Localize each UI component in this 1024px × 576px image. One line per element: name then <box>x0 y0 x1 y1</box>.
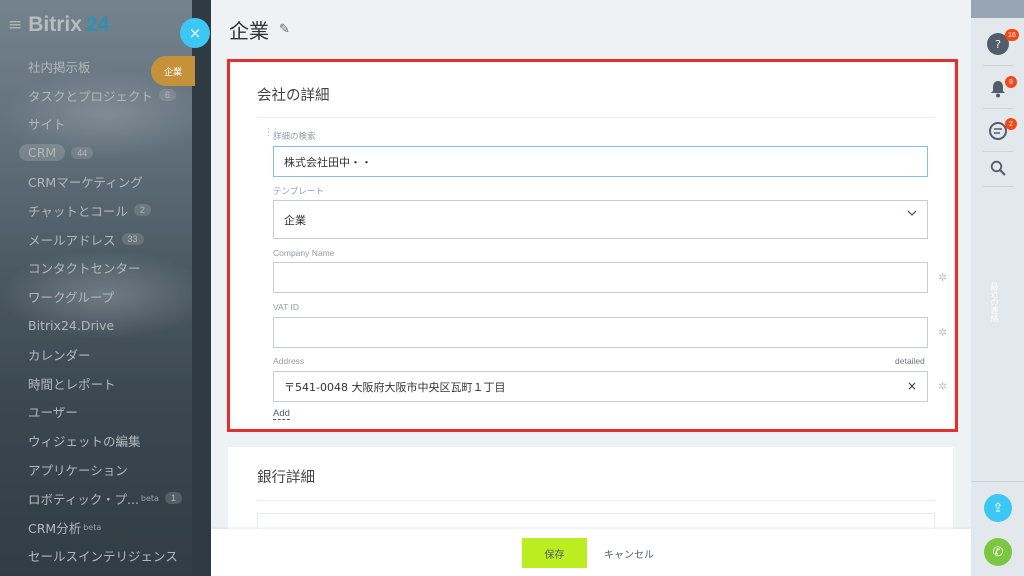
close-slider-button[interactable]: × <box>180 18 210 48</box>
divider <box>983 65 1013 66</box>
left-sidebar: ≡ Bitrix 24 社内掲示板 タスクとプロジェクト 6 サイト CRM 44 … <box>0 0 211 576</box>
bell-icon[interactable] <box>990 80 1006 102</box>
help-badge: 16 <box>1005 29 1019 41</box>
slider-edge <box>192 0 211 576</box>
search-icon[interactable] <box>990 160 1006 180</box>
divider <box>983 108 1013 109</box>
notification-badge: 9 <box>1005 76 1017 88</box>
edit-title-icon[interactable]: ✎ <box>279 22 290 37</box>
highlight-frame <box>227 59 958 432</box>
right-rail: ? 16 9 2 最近の連絡 ⇪ ✆ <box>971 0 1024 576</box>
divider <box>983 186 1013 187</box>
form-footer: 保存 キャンセル <box>211 529 971 576</box>
cancel-button[interactable]: キャンセル <box>604 546 654 561</box>
save-button[interactable]: 保存 <box>522 538 587 568</box>
page-title-text: 企業 <box>229 19 269 43</box>
bank-details-card: 銀行詳細 <box>228 447 953 537</box>
phone-transfer-icon[interactable]: ⇪ <box>984 494 1012 522</box>
chat-badge: 2 <box>1005 118 1017 130</box>
divider <box>983 151 1013 152</box>
close-icon: × <box>188 24 202 42</box>
page-title: 企業 ✎ <box>229 15 290 44</box>
phone-call-icon[interactable]: ✆ <box>984 538 1012 566</box>
rail-top-strip <box>971 0 1024 18</box>
company-tag[interactable]: 企業 <box>151 56 195 86</box>
rail-bottom: ⇪ ✆ <box>971 481 1024 576</box>
recent-contacts-label: 最近の連絡 <box>990 282 999 322</box>
dim-overlay[interactable] <box>0 0 211 576</box>
divider <box>257 500 935 501</box>
section-title: 銀行詳細 <box>257 470 315 486</box>
